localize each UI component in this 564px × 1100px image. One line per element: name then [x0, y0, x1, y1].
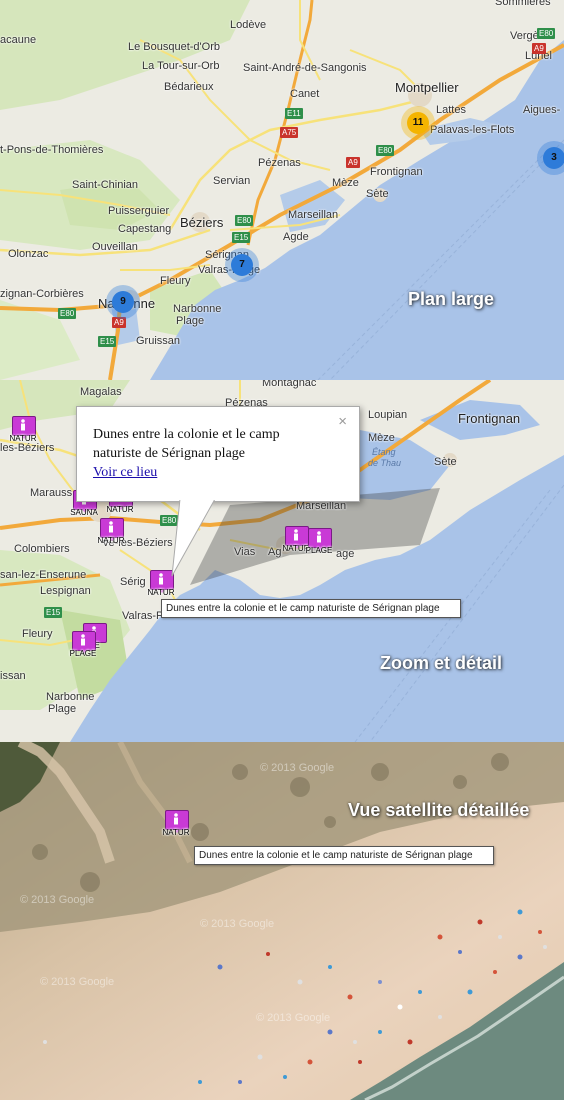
town-label: age [336, 548, 355, 560]
town-label: san-lez-Enserune [0, 569, 87, 581]
town-label: Servian [213, 175, 251, 187]
view-place-link[interactable]: Voir ce lieu [93, 465, 157, 480]
road-shield: E15 [232, 232, 251, 243]
city-label: Béziers [180, 215, 224, 230]
town-label: Narbonne [46, 691, 95, 703]
lagoon-label: de Thau [368, 458, 402, 468]
cluster-marker-orange[interactable]: 11 [401, 106, 435, 140]
town-label: Colombiers [14, 543, 70, 555]
road-shield: A9 [532, 43, 546, 54]
town-label: Saint-André-de-Sangonis [243, 62, 367, 74]
town-label: Sommières [495, 0, 551, 8]
town-label: Valras-P [122, 610, 164, 622]
town-label: Gruissan [136, 335, 181, 347]
town-label: acaune [0, 34, 37, 46]
town-label: Bédarieux [164, 81, 214, 93]
marker-tooltip: Dunes entre la colonie et le camp naturi… [194, 846, 494, 865]
city-label: Montpellier [395, 80, 459, 95]
town-label: Lattes [436, 104, 466, 116]
town-label: Fleury [22, 628, 53, 640]
town-label: Olonzac [8, 248, 49, 260]
person-icon [21, 419, 25, 431]
town-label: Ouveillan [92, 241, 138, 253]
naturist-marker[interactable]: NATUR [92, 518, 126, 552]
road-shield: E11 [285, 108, 303, 119]
info-window-text: Dunes entre la colonie et le camp naturi… [93, 427, 280, 461]
town-label: Saint-Chinian [72, 179, 139, 191]
copyright-watermark: © 2013 Google [260, 762, 335, 774]
copyright-watermark: © 2013 Google [40, 976, 115, 988]
person-icon [317, 531, 321, 543]
naturist-marker[interactable]: NATUR [4, 416, 38, 450]
town-label: Plage [48, 703, 77, 715]
person-icon [109, 521, 113, 533]
town-label: Pézenas [258, 157, 301, 169]
copyright-watermark: © 2013 Google [256, 1012, 331, 1024]
town-label: Palavas-les-Flots [430, 124, 515, 136]
town-label: Plage [176, 315, 205, 327]
town-label: Mèze [368, 432, 395, 444]
road-shield: E15 [44, 607, 63, 618]
town-label: Sète [366, 188, 389, 200]
info-window-tail [171, 498, 217, 577]
town-label: Fleury [160, 275, 191, 287]
town-label: Frontignan [370, 166, 423, 178]
beach-marker[interactable]: PLAGE [64, 631, 98, 665]
town-label: Puisserguier [108, 205, 170, 217]
town-label: Magalas [80, 386, 122, 398]
town-label: Agde [283, 231, 309, 243]
road-shield: E80 [235, 215, 254, 226]
satellite-map-panel[interactable]: © 2013 Google © 2013 Google © 2013 Googl… [0, 742, 564, 1100]
person-icon [174, 813, 178, 825]
road-shield: E80 [537, 28, 556, 39]
town-label: Mèze [332, 177, 359, 189]
town-label: Marseillan [288, 209, 339, 221]
satellite-base [0, 742, 564, 1100]
town-label: issan [0, 670, 26, 682]
town-label: Loupian [368, 409, 408, 421]
road-shield: A9 [346, 157, 360, 168]
town-label: zignan-Corbières [0, 288, 84, 300]
cluster-marker-blue[interactable]: 9 [106, 285, 140, 319]
close-icon[interactable]: × [338, 413, 347, 430]
person-icon [81, 634, 85, 646]
town-label: Frontignan [458, 411, 521, 426]
town-label: t-Pons-de-Thomières [0, 144, 104, 156]
road-shield: E80 [376, 145, 395, 156]
person-icon [159, 573, 163, 585]
wide-map-panel[interactable]: Sommières Lodève acaune Le Bousquet-d'Or… [0, 0, 564, 380]
person-icon [294, 529, 298, 541]
cluster-marker-blue[interactable]: 3 [537, 141, 564, 175]
info-window: Dunes entre la colonie et le camp naturi… [76, 406, 360, 502]
panel-caption: Vue satellite détaillée [348, 800, 530, 820]
marker-tooltip: Dunes entre la colonie et le camp naturi… [161, 599, 461, 618]
town-label: Lodève [230, 19, 267, 31]
naturist-marker[interactable]: NATUR [157, 810, 191, 844]
zoom-map-panel[interactable]: Magalas Montagnac Pézenas Loupian Fronti… [0, 380, 564, 742]
town-label: Canet [290, 88, 320, 100]
town-label: Le Bousquet-d'Orb [128, 41, 220, 53]
town-label: Lespignan [40, 585, 91, 597]
town-label: Sète [434, 456, 457, 468]
beach-marker[interactable]: PLAGE [300, 528, 334, 562]
cluster-marker-blue[interactable]: 7 [225, 248, 259, 282]
town-label: Montagnac [262, 380, 317, 389]
panel-caption: Plan large [408, 289, 495, 309]
town-label: Aigues- [523, 104, 561, 116]
panel-caption: Zoom et détail [380, 653, 503, 673]
road-shield: E80 [58, 308, 77, 319]
road-shield: A75 [280, 127, 299, 138]
copyright-watermark: © 2013 Google [200, 918, 275, 930]
lagoon-label: Étang [372, 447, 396, 457]
town-label: Narbonne [173, 303, 222, 315]
town-label: Capestang [118, 223, 172, 235]
town-label: La Tour-sur-Orb [142, 60, 220, 72]
road-shield: E15 [98, 336, 117, 347]
copyright-watermark: © 2013 Google [20, 894, 95, 906]
